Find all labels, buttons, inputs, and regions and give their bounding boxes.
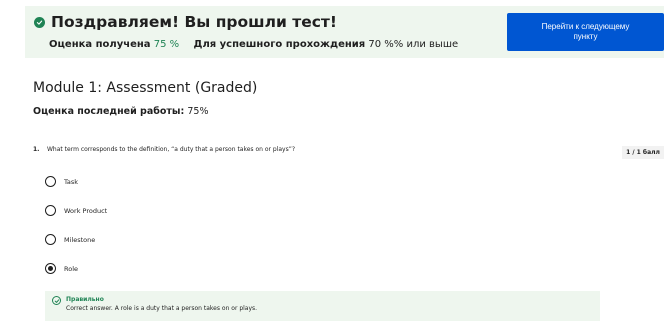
answer-feedback: Правильно Correct answer. A role is a du… bbox=[45, 291, 600, 321]
grade-label: Оценка получена bbox=[49, 39, 151, 50]
check-circle-filled-icon bbox=[34, 16, 45, 28]
option-label: Work Product bbox=[64, 206, 108, 215]
answer-option-role[interactable]: Role bbox=[45, 263, 78, 274]
radio-button[interactable] bbox=[45, 234, 56, 245]
feedback-text: Correct answer. A role is a duty that a … bbox=[66, 305, 258, 312]
last-grade-line: Оценка последней работы: 75% bbox=[33, 106, 208, 117]
radio-selected-dot bbox=[48, 266, 53, 271]
answer-option-milestone[interactable]: Milestone bbox=[45, 234, 95, 245]
page-title: Module 1: Assessment (Graded) bbox=[33, 80, 258, 96]
radio-button-selected[interactable] bbox=[45, 263, 56, 274]
question-number: 1. bbox=[33, 146, 40, 153]
answer-option-work-product[interactable]: Work Product bbox=[45, 205, 107, 216]
last-grade-value: 75% bbox=[187, 106, 209, 117]
grade-value: 75 % bbox=[153, 39, 180, 50]
question-points-badge: 1 / 1 балл bbox=[622, 146, 664, 159]
option-label: Milestone bbox=[64, 235, 96, 244]
banner-title-row: Поздравляем! Вы прошли тест! bbox=[34, 13, 337, 31]
question-text: What term corresponds to the definition,… bbox=[47, 146, 296, 153]
answer-option-task[interactable]: Task bbox=[45, 176, 78, 187]
banner-grade-line: Оценка получена 75 % Для успешного прохо… bbox=[49, 39, 458, 50]
pass-label: Для успешного прохождения bbox=[193, 39, 366, 50]
radio-button[interactable] bbox=[45, 176, 56, 187]
radio-button[interactable] bbox=[45, 205, 56, 216]
next-item-button[interactable]: Перейти к следующему пункту bbox=[507, 13, 664, 51]
banner-title: Поздравляем! Вы прошли тест! bbox=[51, 13, 337, 31]
last-grade-label: Оценка последней работы: bbox=[33, 106, 185, 117]
feedback-title: Правильно bbox=[66, 296, 104, 303]
check-circle-outline-icon bbox=[52, 296, 61, 305]
pass-value: 70 %% или выше bbox=[368, 39, 459, 50]
option-label: Task bbox=[64, 177, 79, 186]
option-label: Role bbox=[64, 264, 79, 273]
